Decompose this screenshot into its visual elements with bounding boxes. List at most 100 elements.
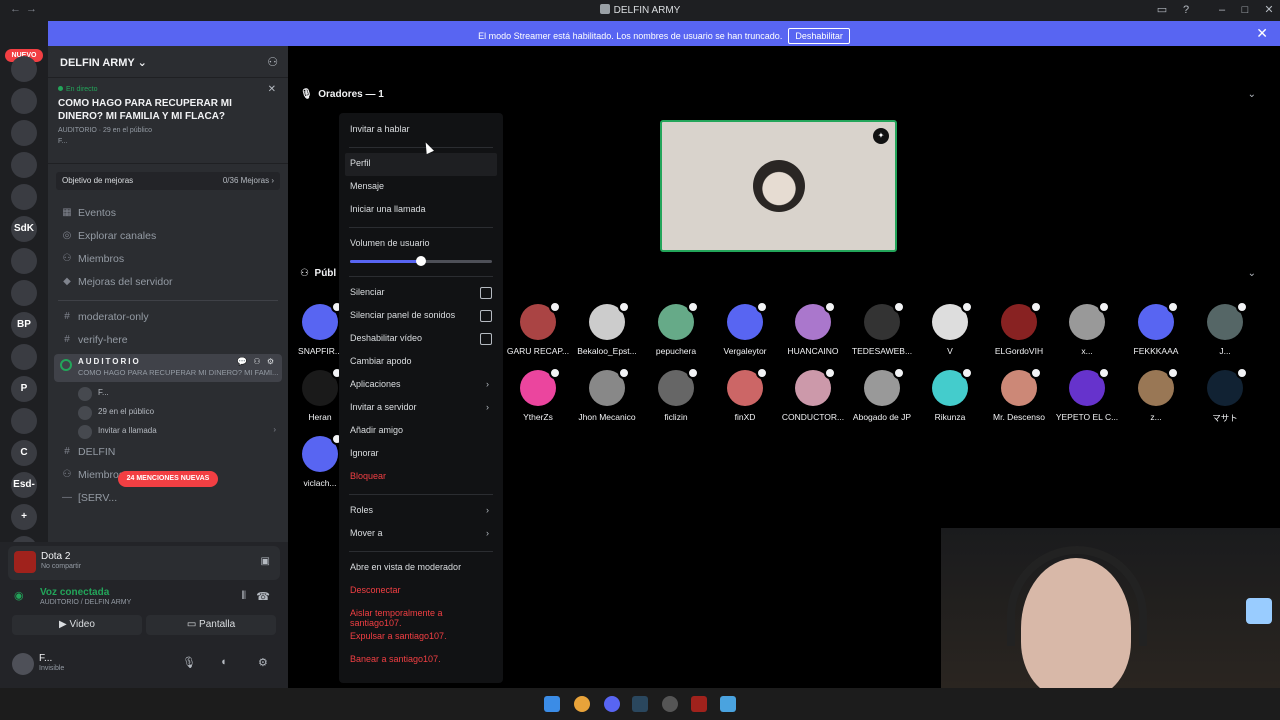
notepad-icon[interactable]: [720, 696, 736, 712]
disable-video-checkbox[interactable]: [480, 333, 492, 345]
menu-profile[interactable]: Perfil: [345, 153, 497, 176]
menu-start-call[interactable]: Iniciar una llamada: [345, 199, 497, 222]
headphones-icon[interactable]: ◖: [220, 656, 227, 668]
boost-goal[interactable]: Objetivo de mejoras 0/36 Mejoras ›: [56, 172, 280, 190]
inbox-icon[interactable]: ▭: [1155, 3, 1169, 17]
menu-moderator-view[interactable]: Abre en vista de moderador: [345, 557, 497, 580]
stage-actions[interactable]: 💬 ⚇ ⚙: [237, 357, 276, 366]
menu-message[interactable]: Mensaje: [345, 176, 497, 199]
avatar[interactable]: [12, 653, 34, 675]
audience-member[interactable]: FEKKKAAA: [1116, 301, 1196, 356]
server-icon[interactable]: [11, 248, 37, 274]
server-icon[interactable]: C: [11, 440, 37, 466]
server-icon[interactable]: P: [11, 376, 37, 402]
server-icon[interactable]: [11, 408, 37, 434]
audience-member[interactable]: CONDUCTOR...: [773, 367, 853, 422]
server-header[interactable]: DELFIN ARMY ⌄ ⚇: [48, 46, 288, 78]
stage-channel-auditorio[interactable]: AUDITORIO COMO HAGO PARA RECUPERAR MI DI…: [54, 354, 282, 382]
activity-card[interactable]: Dota 2 No compartir ▣: [8, 546, 280, 580]
server-icon[interactable]: [11, 88, 37, 114]
menu-invite-server[interactable]: Invitar a servidor ›: [345, 397, 497, 420]
server-icon[interactable]: [11, 152, 37, 178]
slider-knob[interactable]: [416, 256, 426, 266]
chrome-icon[interactable]: [574, 696, 590, 712]
server-icon[interactable]: [11, 120, 37, 146]
audience-member[interactable]: J...: [1185, 301, 1265, 356]
menu-mute-soundboard[interactable]: Silenciar panel de sonidos: [345, 305, 497, 328]
menu-roles[interactable]: Roles ›: [345, 500, 497, 523]
new-mentions-badge[interactable]: 24 MENCIONES NUEVAS: [118, 471, 218, 487]
audience-member[interactable]: YtherZs: [498, 367, 578, 422]
voice-status[interactable]: Voz conectada: [40, 587, 109, 598]
audience-member[interactable]: ficlizin: [636, 367, 716, 422]
server-icon[interactable]: [11, 344, 37, 370]
audience-member[interactable]: Bekaloo_Epst...: [567, 301, 647, 356]
voice-channel[interactable]: AUDITORIO / DELFIN ARMY: [40, 599, 131, 606]
speaker-tile[interactable]: ✦: [660, 120, 897, 252]
audience-member[interactable]: マサト: [1185, 367, 1265, 424]
close-icon[interactable]: ✕: [268, 84, 276, 95]
help-icon[interactable]: ?: [1179, 3, 1193, 17]
menu-ignore[interactable]: Ignorar: [345, 443, 497, 466]
menu-kick[interactable]: Expulsar a santiago107.: [345, 626, 497, 649]
menu-block[interactable]: Bloquear: [345, 466, 497, 489]
sidebar-item-2[interactable]: ⚇ Miembros: [56, 249, 280, 271]
sidebar-item-1[interactable]: ◎ Explorar canales: [56, 226, 280, 248]
obs-icon[interactable]: [662, 696, 678, 712]
audience-member[interactable]: x...: [1047, 301, 1127, 356]
close-window-icon[interactable]: ✕: [1262, 3, 1276, 17]
audience-member[interactable]: Rikunza: [910, 367, 990, 422]
maximize-icon[interactable]: □: [1238, 3, 1252, 17]
audience-member[interactable]: GARU RECAP...: [498, 301, 578, 356]
category-server[interactable]: — [SERV...: [56, 488, 280, 510]
windows-start-icon[interactable]: [544, 696, 560, 712]
noise-suppression-icon[interactable]: ⫴: [241, 590, 246, 603]
steam-icon[interactable]: [632, 696, 648, 712]
stage-subitem[interactable]: Invitar a llamada ›: [78, 422, 288, 441]
mic-icon[interactable]: 🎙: [182, 656, 196, 669]
menu-invite-to-speak[interactable]: Invitar a hablar: [345, 119, 497, 142]
sidebar-item-0[interactable]: ▦ Eventos: [56, 203, 280, 225]
channel-item-1[interactable]: # verify-here: [56, 330, 280, 352]
server-icon[interactable]: SdK: [11, 216, 37, 242]
screen-share-button[interactable]: ▭ Pantalla: [146, 615, 276, 635]
menu-disconnect[interactable]: Desconectar: [345, 580, 497, 603]
sidebar-item-3[interactable]: ◆ Mejoras del servidor: [56, 272, 280, 294]
menu-disable-video[interactable]: Deshabilitar vídeo: [345, 328, 497, 351]
server-icon[interactable]: [11, 280, 37, 306]
server-icon[interactable]: +: [11, 504, 37, 530]
audience-member[interactable]: HUANCAINO: [773, 301, 853, 356]
audience-member[interactable]: YEPETO EL C...: [1047, 367, 1127, 422]
live-stage-card[interactable]: En directo COMO HAGO PARA RECUPERAR MI D…: [48, 78, 288, 164]
audience-member[interactable]: Jhon Mecanico: [567, 367, 647, 422]
banner-close-icon[interactable]: ✕: [1256, 25, 1268, 42]
server-icon[interactable]: [11, 184, 37, 210]
minimize-icon[interactable]: –: [1215, 3, 1229, 17]
audience-member[interactable]: V: [910, 301, 990, 356]
audience-member[interactable]: z...: [1116, 367, 1196, 422]
mute-soundboard-checkbox[interactable]: [480, 310, 492, 322]
menu-ban[interactable]: Banear a santiago107.: [345, 649, 497, 672]
collapse-audience-chevron-icon[interactable]: ⌄: [1248, 268, 1256, 279]
menu-move-to[interactable]: Mover a ›: [345, 523, 497, 546]
discord-icon[interactable]: [604, 696, 620, 712]
server-icon[interactable]: Esd-E-: [11, 472, 37, 516]
mute-checkbox[interactable]: [480, 287, 492, 299]
menu-add-friend[interactable]: Añadir amigo: [345, 420, 497, 443]
video-button[interactable]: ▶ Video: [12, 615, 142, 635]
channel-item-0[interactable]: # moderator-only: [56, 307, 280, 329]
channel-item-0[interactable]: # DELFIN: [56, 442, 280, 464]
menu-mute[interactable]: Silenciar: [345, 282, 497, 305]
server-icon[interactable]: [11, 56, 37, 82]
menu-apps[interactable]: Aplicaciones ›: [345, 374, 497, 397]
stream-icon[interactable]: ▣: [261, 556, 270, 567]
stage-subitem[interactable]: F...: [78, 384, 288, 403]
add-member-icon[interactable]: ⚇: [267, 55, 278, 69]
disable-streamer-button[interactable]: Deshabilitar: [788, 28, 850, 44]
user-volume-slider[interactable]: [350, 251, 492, 271]
disconnect-icon[interactable]: ☎: [256, 590, 270, 603]
dota-icon[interactable]: [691, 696, 707, 712]
menu-timeout[interactable]: Aislar temporalmente a santiago107.: [345, 603, 497, 628]
collapse-speakers-chevron-icon[interactable]: ⌄: [1248, 89, 1256, 100]
server-icon[interactable]: BP: [11, 312, 37, 338]
